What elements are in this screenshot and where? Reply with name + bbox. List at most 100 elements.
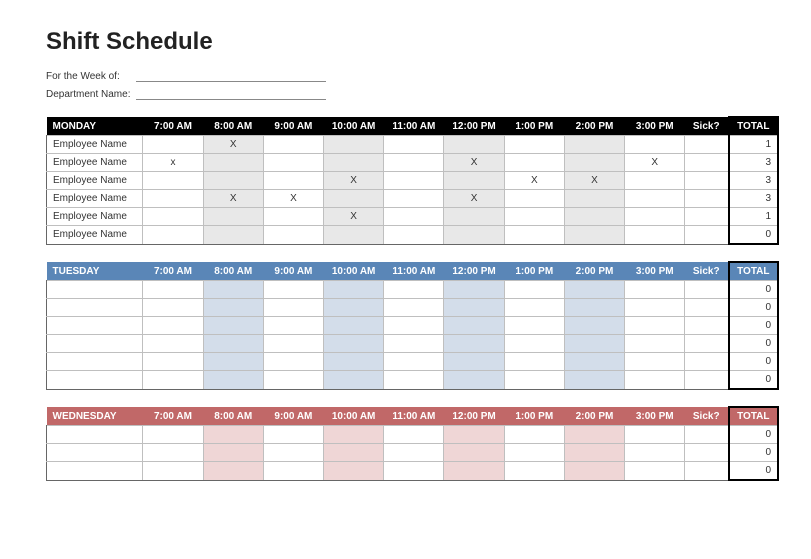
shift-cell[interactable] (143, 281, 203, 299)
sick-cell[interactable] (685, 317, 729, 335)
shift-cell[interactable] (203, 444, 263, 462)
shift-cell[interactable] (564, 353, 624, 371)
shift-cell[interactable] (203, 208, 263, 226)
shift-cell[interactable]: X (444, 154, 504, 172)
shift-cell[interactable] (384, 353, 444, 371)
employee-name-cell[interactable] (47, 335, 143, 353)
shift-cell[interactable] (143, 317, 203, 335)
employee-name-cell[interactable] (47, 462, 143, 481)
shift-cell[interactable] (263, 281, 323, 299)
shift-cell[interactable] (263, 208, 323, 226)
shift-cell[interactable] (263, 335, 323, 353)
shift-cell[interactable] (143, 208, 203, 226)
shift-cell[interactable] (444, 353, 504, 371)
shift-cell[interactable] (263, 172, 323, 190)
shift-cell[interactable] (203, 172, 263, 190)
shift-cell[interactable]: X (263, 190, 323, 208)
shift-cell[interactable] (143, 462, 203, 481)
shift-cell[interactable] (324, 335, 384, 353)
shift-cell[interactable] (143, 226, 203, 245)
shift-cell[interactable] (444, 335, 504, 353)
shift-cell[interactable] (625, 462, 685, 481)
meta-week-input[interactable] (136, 70, 326, 82)
shift-cell[interactable] (324, 317, 384, 335)
employee-name-cell[interactable] (47, 426, 143, 444)
shift-cell[interactable] (625, 172, 685, 190)
shift-cell[interactable]: X (203, 136, 263, 154)
shift-cell[interactable] (263, 462, 323, 481)
employee-name-cell[interactable] (47, 299, 143, 317)
shift-cell[interactable] (143, 335, 203, 353)
shift-cell[interactable] (203, 335, 263, 353)
shift-cell[interactable] (324, 371, 384, 390)
shift-cell[interactable] (564, 281, 624, 299)
shift-cell[interactable] (504, 371, 564, 390)
shift-cell[interactable] (384, 371, 444, 390)
shift-cell[interactable] (444, 462, 504, 481)
employee-name-cell[interactable] (47, 281, 143, 299)
employee-name-cell[interactable]: Employee Name (47, 172, 143, 190)
employee-name-cell[interactable]: Employee Name (47, 226, 143, 245)
sick-cell[interactable] (685, 462, 729, 481)
sick-cell[interactable] (685, 226, 729, 245)
sick-cell[interactable] (685, 136, 729, 154)
shift-cell[interactable] (564, 371, 624, 390)
shift-cell[interactable] (625, 190, 685, 208)
shift-cell[interactable] (384, 281, 444, 299)
meta-dept-input[interactable] (136, 88, 326, 100)
shift-cell[interactable] (444, 371, 504, 390)
shift-cell[interactable] (564, 444, 624, 462)
shift-cell[interactable] (564, 226, 624, 245)
shift-cell[interactable] (384, 462, 444, 481)
shift-cell[interactable] (625, 444, 685, 462)
shift-cell[interactable] (203, 154, 263, 172)
employee-name-cell[interactable] (47, 444, 143, 462)
shift-cell[interactable] (324, 353, 384, 371)
shift-cell[interactable] (324, 136, 384, 154)
shift-cell[interactable] (625, 335, 685, 353)
shift-cell[interactable] (324, 299, 384, 317)
shift-cell[interactable] (625, 353, 685, 371)
shift-cell[interactable] (263, 353, 323, 371)
shift-cell[interactable] (504, 154, 564, 172)
shift-cell[interactable] (203, 462, 263, 481)
shift-cell[interactable] (203, 353, 263, 371)
shift-cell[interactable] (384, 299, 444, 317)
shift-cell[interactable] (625, 426, 685, 444)
sick-cell[interactable] (685, 208, 729, 226)
shift-cell[interactable] (504, 335, 564, 353)
shift-cell[interactable] (444, 317, 504, 335)
shift-cell[interactable] (203, 317, 263, 335)
sick-cell[interactable] (685, 299, 729, 317)
shift-cell[interactable] (504, 426, 564, 444)
shift-cell[interactable] (143, 353, 203, 371)
shift-cell[interactable] (504, 353, 564, 371)
sick-cell[interactable] (685, 190, 729, 208)
sick-cell[interactable] (685, 281, 729, 299)
employee-name-cell[interactable]: Employee Name (47, 136, 143, 154)
shift-cell[interactable] (384, 335, 444, 353)
shift-cell[interactable]: X (504, 172, 564, 190)
shift-cell[interactable] (504, 226, 564, 245)
shift-cell[interactable] (384, 154, 444, 172)
shift-cell[interactable]: X (564, 172, 624, 190)
shift-cell[interactable] (263, 226, 323, 245)
shift-cell[interactable] (263, 444, 323, 462)
shift-cell[interactable] (263, 299, 323, 317)
shift-cell[interactable] (564, 426, 624, 444)
shift-cell[interactable] (384, 426, 444, 444)
shift-cell[interactable]: X (203, 190, 263, 208)
shift-cell[interactable] (324, 226, 384, 245)
shift-cell[interactable] (444, 208, 504, 226)
shift-cell[interactable] (564, 462, 624, 481)
shift-cell[interactable] (143, 172, 203, 190)
shift-cell[interactable] (143, 190, 203, 208)
sick-cell[interactable] (685, 172, 729, 190)
shift-cell[interactable] (444, 281, 504, 299)
shift-cell[interactable] (625, 317, 685, 335)
shift-cell[interactable] (203, 371, 263, 390)
shift-cell[interactable] (143, 371, 203, 390)
shift-cell[interactable] (444, 136, 504, 154)
sick-cell[interactable] (685, 353, 729, 371)
shift-cell[interactable] (504, 190, 564, 208)
